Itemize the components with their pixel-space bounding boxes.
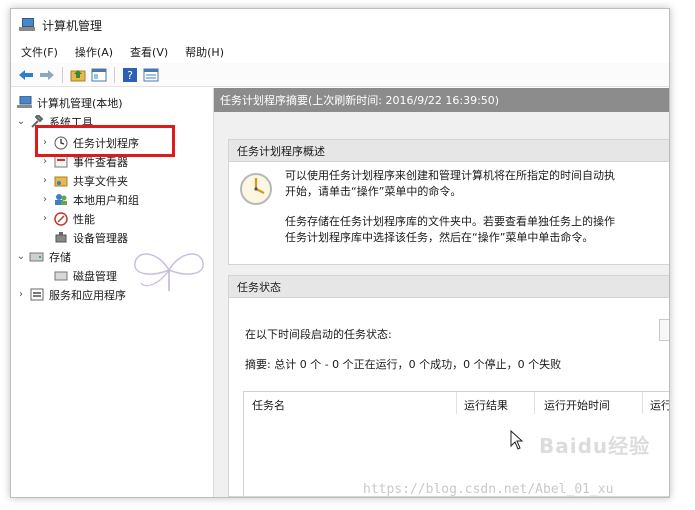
title-bar: 计算机管理	[11, 9, 669, 41]
status-title[interactable]: 任务状态	[229, 276, 669, 298]
chevron-right-icon[interactable]: ›	[39, 175, 51, 186]
tree-item-root[interactable]: 计算机管理(本地)	[11, 93, 213, 112]
toolbar-separator	[62, 66, 63, 83]
shared-folder-icon	[53, 174, 68, 188]
tree-performance-label: 性能	[73, 212, 95, 226]
properties-icon[interactable]	[142, 66, 160, 84]
tree-item-performance[interactable]: › 性能	[11, 209, 213, 228]
mouse-cursor-icon	[510, 429, 524, 453]
tree-disk-management-label: 磁盘管理	[73, 269, 117, 283]
tree-storage-label: 存储	[49, 250, 71, 264]
butterfly-watermark	[127, 245, 211, 298]
forward-arrow-icon[interactable]	[38, 66, 56, 84]
toolbar-separator	[114, 66, 115, 83]
disk-icon	[53, 269, 68, 283]
overview-line-3: 任务存储在任务计划程序库的文件夹中。若要查看单独任务上的操作	[285, 215, 615, 228]
task-status-section: 任务状态 在以下时间段启动的任务状态: 摘要: 总计 0 个 - 0 个正在运行…	[228, 275, 669, 497]
users-icon	[53, 193, 68, 207]
summary-header: 任务计划程序摘要(上次刷新时间: 2016/9/22 16:39:50)	[214, 88, 669, 112]
computer-management-window: 计算机管理 文件(F) 操作(A) 查看(V) 帮助(H) ? 计算机管理(本地…	[10, 8, 670, 498]
url-watermark: https://blog.csdn.net/Abel_01_xu	[363, 482, 614, 497]
tree-item-shared-folders[interactable]: › 共享文件夹	[11, 171, 213, 190]
computer-icon	[17, 96, 32, 110]
computer-management-icon	[19, 18, 35, 32]
device-manager-icon	[53, 231, 68, 245]
tree-root-label: 计算机管理(本地)	[37, 96, 123, 110]
main-panel: 任务计划程序摘要(上次刷新时间: 2016/9/22 16:39:50) 任务计…	[214, 88, 669, 497]
overview-section: 任务计划程序概述 可以使用任务计划程序来创建和管理计算机将在所指定的时间自动执 …	[228, 139, 669, 265]
chevron-right-icon[interactable]: ›	[39, 213, 51, 224]
column-header-run[interactable]: 运行	[650, 397, 669, 413]
tree-services-apps-label: 服务和应用程序	[49, 288, 126, 302]
svg-text:?: ?	[127, 69, 133, 82]
back-arrow-icon[interactable]	[17, 66, 35, 84]
toolbar: ?	[11, 63, 669, 87]
performance-icon	[53, 211, 68, 226]
column-divider[interactable]	[534, 392, 535, 414]
tree-local-users-label: 本地用户和组	[73, 193, 139, 207]
services-icon	[29, 288, 44, 302]
navigation-tree: 计算机管理(本地) ⌄ 系统工具 › 任务计划程序 › 事件查看器 › 共享文件…	[11, 88, 214, 497]
help-icon[interactable]: ?	[121, 66, 139, 84]
column-header-result[interactable]: 运行结果	[464, 397, 508, 413]
show-hide-tree-icon[interactable]	[90, 66, 108, 84]
menu-view[interactable]: 查看(V)	[130, 44, 168, 60]
overview-line-4: 任务计划程序库中选择该任务，然后在“操作”菜单中单击命令。	[285, 231, 594, 244]
overview-line-2: 开始，请单击“操作”菜单中的命令。	[285, 185, 462, 198]
column-divider[interactable]	[642, 392, 643, 414]
overview-title[interactable]: 任务计划程序概述	[229, 140, 669, 162]
chevron-right-icon[interactable]: ›	[39, 156, 51, 167]
overview-line-1: 可以使用任务计划程序来创建和管理计算机将在所指定的时间自动执	[285, 169, 615, 182]
column-divider[interactable]	[456, 392, 457, 414]
column-header-start-time[interactable]: 运行开始时间	[544, 397, 610, 413]
chevron-right-icon[interactable]: ›	[15, 289, 27, 300]
baidu-watermark: Baidu经验	[539, 434, 651, 458]
task-table: 任务名 运行结果 运行开始时间 运行 Baidu经验	[243, 391, 669, 496]
column-header-task-name[interactable]: 任务名	[252, 397, 285, 413]
red-highlight-box	[35, 125, 175, 157]
menu-bar: 文件(F) 操作(A) 查看(V) 帮助(H)	[11, 41, 669, 63]
menu-file[interactable]: 文件(F)	[21, 44, 58, 60]
chevron-down-icon[interactable]: ⌄	[15, 116, 27, 127]
status-prompt: 在以下时间段启动的任务状态:	[245, 328, 392, 341]
table-header: 任务名 运行结果 运行开始时间 运行	[244, 392, 669, 414]
window-title: 计算机管理	[42, 18, 103, 33]
large-clock-icon	[239, 172, 273, 209]
folder-up-icon[interactable]	[69, 66, 87, 84]
status-summary: 摘要: 总计 0 个 - 0 个正在运行，0 个成功，0 个停止，0 个失败	[245, 358, 562, 371]
tree-shared-folders-label: 共享文件夹	[73, 174, 128, 188]
menu-action[interactable]: 操作(A)	[75, 44, 113, 60]
tree-device-manager-label: 设备管理器	[73, 231, 128, 245]
time-range-dropdown[interactable]	[659, 319, 669, 341]
menu-help[interactable]: 帮助(H)	[185, 44, 224, 60]
tree-item-local-users[interactable]: › 本地用户和组	[11, 190, 213, 209]
chevron-right-icon[interactable]: ›	[39, 194, 51, 205]
chevron-down-icon[interactable]: ⌄	[15, 251, 27, 262]
storage-icon	[29, 250, 44, 264]
